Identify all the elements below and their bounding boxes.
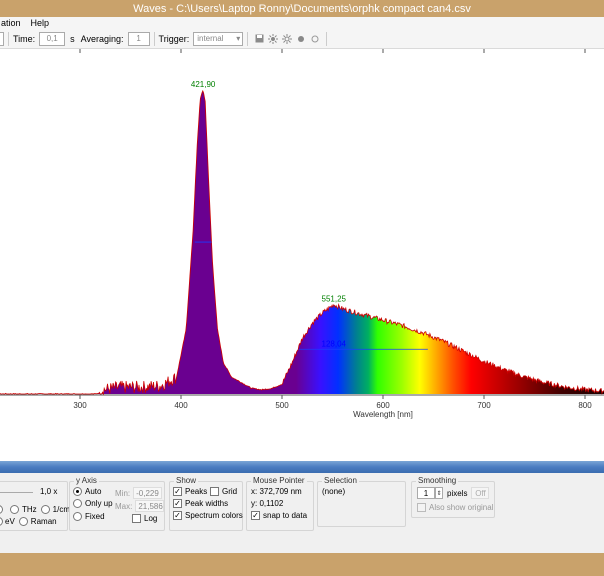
trigger-select[interactable]: internal ▾ [193, 31, 244, 46]
mouse-pointer-group: Mouse Pointer x: 372,709 nm y: 0,1102 ✓ … [246, 476, 314, 531]
panel-splitter[interactable] [0, 461, 604, 473]
y-min-input[interactable]: -0,229 [133, 487, 163, 499]
time-input[interactable]: 0,1 [39, 31, 66, 46]
control-panel: 1,0 x THz 1/cm eV Raman y Axis Auto Only… [0, 473, 604, 553]
unit-label-ev: eV [5, 517, 15, 526]
spectrum-plot[interactable]: 300 400 500 600 700 800 Wavelength [nm] 421,90… [0, 49, 604, 461]
y-log-label: Log [144, 514, 158, 523]
toolbar: Time: 0,1 s Averaging: 1 Trigger: intern… [0, 29, 604, 49]
toolbar-separator [8, 31, 9, 46]
x-tick-label: 600 [376, 401, 390, 410]
unit-radio-nm[interactable] [0, 505, 3, 514]
show-spectrum-colors-label: Spectrum colors [185, 511, 243, 520]
bottom-bar [0, 553, 604, 576]
selection-group-title: Selection [322, 476, 359, 485]
toolbar-separator [153, 31, 155, 46]
y-axis-auto-label: Auto [85, 487, 102, 496]
unit-radio-thz[interactable] [10, 505, 19, 514]
title-bar: Waves - C:\Users\Laptop Ronny\Documents\… [0, 0, 604, 17]
smoothing-input[interactable]: 1 [417, 487, 435, 499]
smoothing-group: Smoothing 1 ⇕ pixels Off Also show origi… [411, 476, 495, 518]
y-axis-auto-radio[interactable] [73, 487, 82, 496]
unit-label-raman: Raman [30, 517, 57, 526]
show-original-label: Also show original [429, 503, 494, 512]
show-group: Show ✓ Peaks Grid ✓ Peak widths ✓ Spectr… [169, 476, 243, 531]
y-axis-group-title: y Axis [74, 476, 99, 485]
trigger-select-value: internal [197, 34, 224, 43]
x-tick-label: 700 [477, 401, 491, 410]
light-icon[interactable] [268, 33, 279, 44]
y-min-label: Min: [115, 488, 131, 498]
x-tick-label: 400 [174, 401, 188, 410]
window-title: Waves - C:\Users\Laptop Ronny\Documents\… [133, 2, 471, 15]
unit-dropdown-partial[interactable] [0, 31, 4, 46]
toolbar-separator [247, 31, 249, 46]
selection-value: (none) [322, 487, 346, 496]
y-axis-only-up-radio[interactable] [73, 499, 82, 508]
x-tick-label: 500 [275, 401, 289, 410]
time-label: Time: [13, 33, 36, 44]
stop-icon[interactable] [310, 34, 320, 44]
smoothing-group-title: Smoothing [416, 476, 459, 485]
unit-radio-hidden[interactable] [0, 517, 3, 526]
x-scale-group: 1,0 x THz 1/cm eV Raman [0, 481, 71, 531]
unit-label-1cm: 1/cm [52, 505, 71, 514]
menu-item-help[interactable]: Help [31, 18, 50, 28]
mouse-y-readout: y: 0,1102 [251, 499, 284, 508]
y-axis-only-up-label: Only up [85, 499, 113, 508]
show-grid-label: Grid [222, 487, 238, 496]
peak-width-label: 128,04 [322, 339, 347, 348]
snap-to-data-label: snap to data [263, 511, 308, 520]
show-group-title: Show [174, 476, 199, 485]
save-icon[interactable] [254, 34, 264, 44]
y-max-input[interactable]: 21,586 [135, 500, 165, 512]
scale-slider-track[interactable] [0, 492, 33, 493]
trigger-label: Trigger: [158, 33, 190, 44]
show-peaks-label: Peaks [185, 487, 208, 496]
smoothing-unit-label: pixels [447, 488, 468, 498]
x-axis-label: Wavelength [nm] [353, 410, 413, 419]
chevron-down-icon: ▾ [236, 34, 241, 43]
show-grid-checkbox[interactable] [210, 487, 219, 496]
averaging-input[interactable]: 1 [127, 31, 150, 46]
show-peaks-checkbox[interactable]: ✓ [173, 487, 182, 496]
x-tick-label: 300 [73, 401, 87, 410]
averaging-label: Averaging: [80, 33, 124, 44]
y-axis-group: y Axis Auto Only up Fixed Min: -0,229 Ma… [69, 476, 165, 531]
peak-wavelength-label: 421,90 [191, 80, 216, 89]
x-tick-label: 800 [578, 401, 592, 410]
smoothing-off-button[interactable]: Off [471, 487, 490, 499]
show-peak-widths-label: Peak widths [185, 499, 229, 508]
selection-group: Selection (none) [317, 476, 406, 527]
unit-radio-raman[interactable] [18, 517, 28, 526]
time-unit-label: s [70, 33, 75, 44]
unit-radio-1cm[interactable] [40, 505, 50, 514]
spectrum-color-fill [0, 90, 604, 394]
record-icon[interactable] [296, 34, 306, 44]
y-axis-fixed-radio[interactable] [73, 512, 82, 521]
y-max-label: Max: [115, 501, 133, 511]
show-original-checkbox[interactable] [417, 503, 426, 512]
y-log-checkbox[interactable] [132, 514, 141, 523]
mouse-x-readout: x: 372,709 nm [251, 487, 302, 496]
show-spectrum-colors-checkbox[interactable]: ✓ [173, 511, 182, 520]
y-axis-fixed-label: Fixed [85, 512, 105, 521]
menu-item-operation[interactable]: ation [1, 18, 21, 28]
toolbar-separator [326, 31, 328, 46]
mouse-pointer-group-title: Mouse Pointer [251, 476, 307, 485]
peak-wavelength-label: 551,25 [322, 295, 347, 304]
scale-value: 1,0 x [40, 487, 58, 496]
show-peak-widths-checkbox[interactable]: ✓ [173, 499, 182, 508]
snap-to-data-checkbox[interactable]: ✓ [251, 511, 260, 520]
spectrum-chart[interactable]: 300 400 500 600 700 800 Wavelength [nm] 421,90… [0, 49, 604, 461]
smoothing-spinner-icon[interactable]: ⇕ [435, 487, 443, 499]
menu-bar: ation Help [0, 17, 604, 29]
dark-icon[interactable] [282, 33, 293, 44]
unit-label-thz: THz [22, 505, 37, 514]
